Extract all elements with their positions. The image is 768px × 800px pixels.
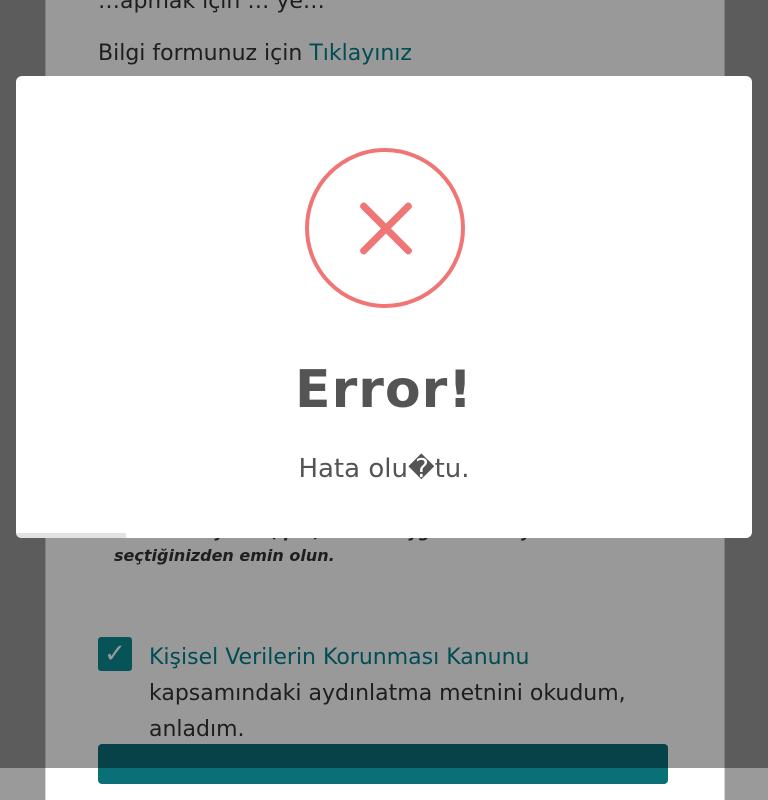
error-dialog: Error! Hata olu�tu.	[16, 76, 752, 538]
error-x-circle-icon	[305, 148, 465, 308]
dialog-timer-progress	[16, 533, 752, 538]
dialog-timer-fill	[16, 533, 127, 538]
dialog-message: Hata olu�tu.	[298, 454, 470, 484]
dialog-title: Error!	[295, 360, 473, 420]
